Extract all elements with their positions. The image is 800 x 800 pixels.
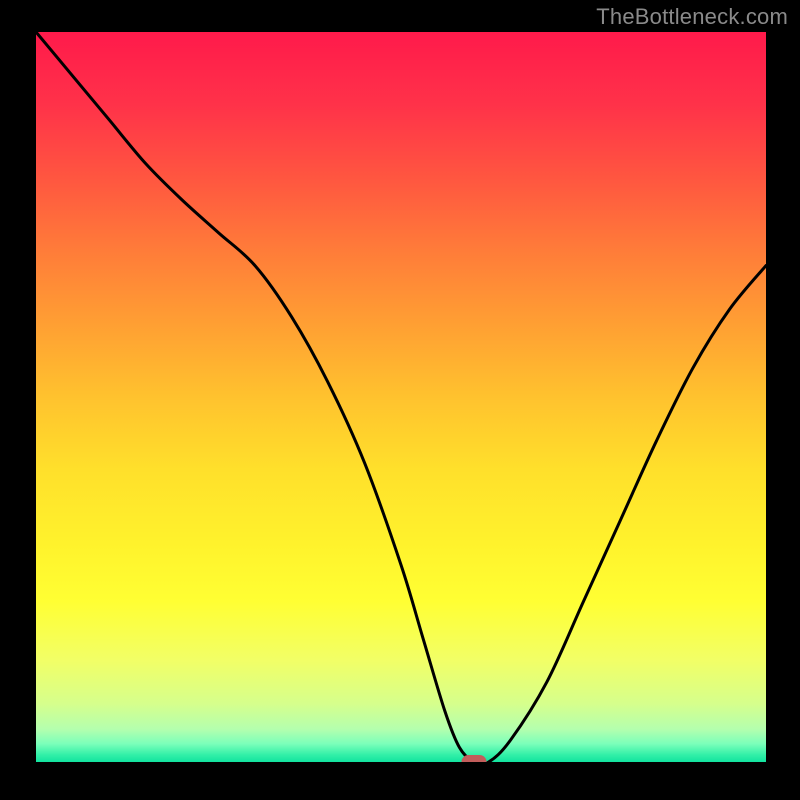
bottleneck-chart-svg bbox=[36, 32, 766, 762]
chart-frame: TheBottleneck.com bbox=[0, 0, 800, 800]
gradient-background bbox=[36, 32, 766, 762]
plot-area bbox=[36, 32, 766, 762]
attribution-text: TheBottleneck.com bbox=[596, 4, 788, 30]
optimal-marker bbox=[462, 755, 487, 762]
